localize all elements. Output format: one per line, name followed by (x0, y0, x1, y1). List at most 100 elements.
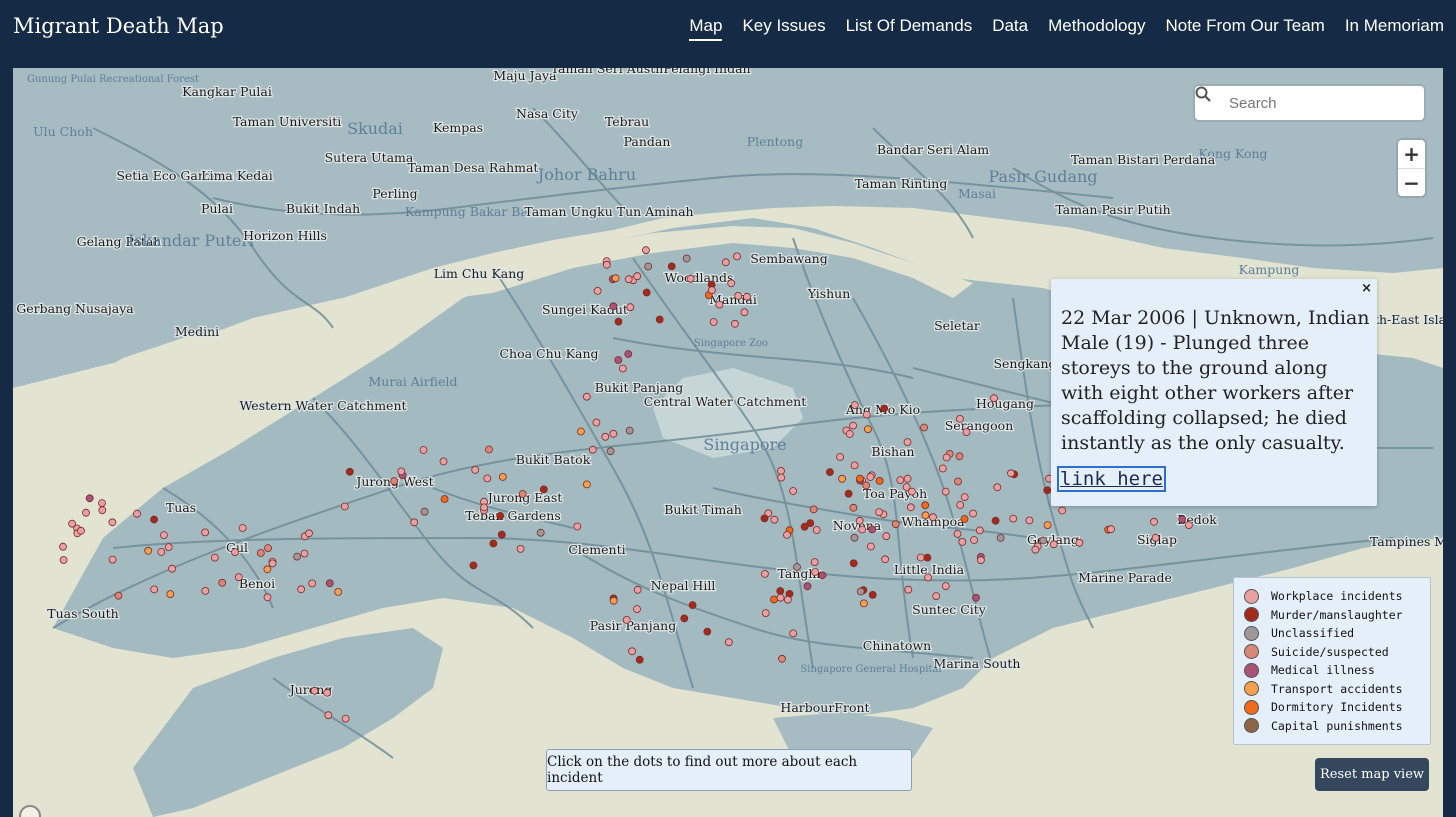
incident-dot[interactable] (1185, 521, 1193, 530)
incident-dot[interactable] (1151, 533, 1160, 542)
incident-dot[interactable] (920, 423, 928, 432)
incident-dot[interactable] (201, 528, 210, 537)
incident-dot[interactable] (929, 513, 937, 522)
site-title[interactable]: Migrant Death Map (13, 14, 224, 38)
incident-dot[interactable] (991, 516, 1000, 525)
incident-dot[interactable] (761, 609, 770, 617)
search-box[interactable] (1195, 86, 1424, 120)
incident-dot[interactable] (826, 468, 834, 477)
incident-dot[interactable] (588, 445, 597, 454)
incident-dot[interactable] (611, 274, 620, 283)
incident-dot[interactable] (159, 531, 168, 540)
incident-dot[interactable] (875, 508, 883, 517)
incident-dot[interactable] (624, 275, 633, 284)
incident-dot[interactable] (628, 647, 636, 656)
incident-dot[interactable] (59, 556, 68, 564)
incident-dot[interactable] (622, 616, 631, 624)
incident-dot[interactable] (868, 591, 877, 599)
nav-list-of-demands[interactable]: List Of Demands (846, 16, 973, 41)
incident-dot[interactable] (59, 542, 67, 551)
incident-dot[interactable] (325, 579, 334, 588)
incident-dot[interactable] (642, 288, 651, 297)
incident-dot[interactable] (150, 585, 159, 594)
incident-dot[interactable] (644, 262, 653, 271)
incident-dot[interactable] (471, 465, 480, 474)
incident-dot[interactable] (1031, 545, 1040, 554)
incident-dot[interactable] (975, 526, 984, 535)
incident-dot[interactable] (849, 503, 858, 512)
incident-dot[interactable] (938, 464, 947, 473)
incident-dot[interactable] (323, 688, 332, 697)
incident-dot[interactable] (157, 548, 166, 556)
popup-link[interactable]: link here (1057, 466, 1166, 492)
incident-dot[interactable] (98, 499, 106, 508)
incident-dot[interactable] (300, 549, 309, 558)
incident-dot[interactable] (231, 548, 239, 557)
incident-dot[interactable] (962, 428, 971, 437)
incident-dot[interactable] (721, 258, 730, 267)
incident-dot[interactable] (849, 559, 858, 568)
incident-dot[interactable] (972, 593, 980, 602)
incident-dot[interactable] (577, 427, 585, 436)
incident-dot[interactable] (866, 473, 875, 481)
incident-dot[interactable] (536, 528, 545, 537)
incident-dot[interactable] (793, 563, 801, 571)
incident-dot[interactable] (850, 401, 859, 410)
incident-dot[interactable] (903, 474, 912, 483)
incident-dot[interactable] (497, 530, 506, 539)
incident-dot[interactable] (868, 525, 876, 534)
incident-dot[interactable] (709, 318, 718, 326)
incident-dot[interactable] (703, 627, 712, 636)
incident-dot[interactable] (715, 300, 724, 309)
incident-dot[interactable] (810, 558, 819, 567)
incident-dot[interactable] (602, 260, 611, 269)
incident-dot[interactable] (844, 489, 853, 498)
incident-dot[interactable] (921, 511, 930, 520)
incident-dot[interactable] (1025, 516, 1034, 525)
incident-dot[interactable] (609, 596, 618, 605)
incident-dot[interactable] (1075, 538, 1084, 547)
incident-dot[interactable] (593, 286, 602, 295)
incident-dot[interactable] (924, 573, 932, 582)
incident-dot[interactable] (201, 587, 210, 595)
incident-dot[interactable] (440, 495, 449, 503)
nav-note-from-team[interactable]: Note From Our Team (1165, 16, 1324, 41)
incident-dot[interactable] (778, 654, 786, 663)
incident-dot[interactable] (881, 555, 889, 564)
incident-dot[interactable] (956, 501, 965, 509)
incident-dot[interactable] (953, 529, 962, 538)
incident-dot[interactable] (896, 476, 905, 485)
incident-dot[interactable] (733, 252, 741, 261)
incident-dot[interactable] (867, 542, 875, 551)
incident-dot[interactable] (682, 254, 691, 263)
incident-dot[interactable] (770, 515, 779, 524)
incident-dot[interactable] (770, 595, 778, 604)
incident-dot[interactable] (908, 487, 916, 496)
incident-dot[interactable] (264, 544, 273, 553)
incident-dot[interactable] (496, 511, 505, 520)
incident-dot[interactable] (268, 559, 277, 568)
incident-dot[interactable] (1049, 540, 1058, 549)
incident-dot[interactable] (1039, 536, 1048, 545)
incident-dot[interactable] (783, 595, 792, 604)
incident-dot[interactable] (1178, 515, 1186, 524)
incident-dot[interactable] (1043, 486, 1052, 495)
incident-dot[interactable] (609, 429, 618, 438)
incident-dot[interactable] (1107, 525, 1115, 534)
incident-dot[interactable] (390, 477, 399, 486)
incident-dot[interactable] (777, 473, 786, 482)
incident-dot[interactable] (960, 493, 969, 502)
incident-dot[interactable] (921, 501, 930, 510)
reset-map-button[interactable]: Reset map view (1315, 758, 1429, 791)
incident-dot[interactable] (601, 432, 610, 441)
incident-dot[interactable] (642, 246, 650, 255)
incident-dot[interactable] (293, 552, 302, 561)
popup-close-button[interactable]: × (1361, 281, 1372, 296)
incident-dot[interactable] (238, 524, 247, 532)
incident-dot[interactable] (256, 549, 265, 557)
incident-dot[interactable] (614, 317, 623, 326)
incident-dot[interactable] (777, 466, 785, 475)
incident-dot[interactable] (783, 530, 791, 539)
incident-dot[interactable] (480, 503, 489, 512)
incident-dot[interactable] (845, 430, 854, 438)
